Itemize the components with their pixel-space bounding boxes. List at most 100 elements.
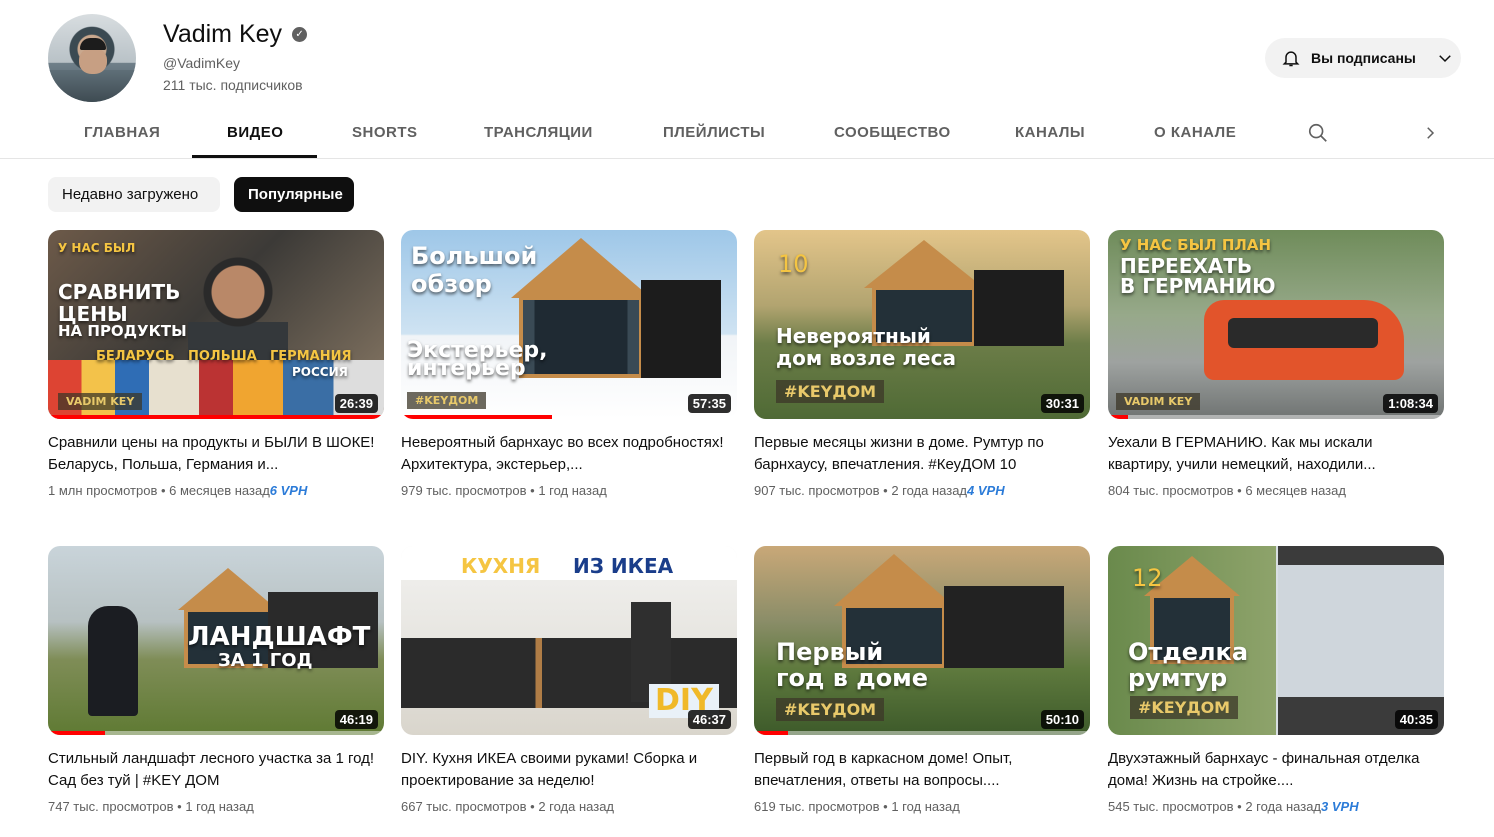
thumb-text: дом возле леса — [776, 346, 956, 370]
video-card[interactable]: У НАС БЫЛ СРАВНИТЬ ЦЕНЫ НА ПРОДУКТЫ БЕЛА… — [48, 230, 384, 510]
upload-age: 6 месяцев назад — [1245, 483, 1346, 498]
thumb-tag: #KEYДОМ — [776, 380, 885, 403]
thumb-tag: VADIM KEY — [1116, 393, 1201, 410]
upload-age: 2 года назад — [538, 799, 615, 814]
video-thumbnail[interactable]: КУХНЯ ИЗ ИКЕА DIY 46:37 — [401, 546, 737, 735]
video-card[interactable]: ЛАНДШАФТ ЗА 1 ГОД 46:19 Стильный ландшаф… — [48, 546, 384, 826]
view-count: 667 тыс. просмотров — [401, 799, 527, 814]
upload-age: 1 год назад — [891, 799, 960, 814]
upload-age: 2 года назад — [1245, 799, 1322, 814]
tab-channels[interactable]: КАНАЛЫ — [1015, 124, 1085, 141]
tab-about[interactable]: О КАНАЛЕ — [1154, 124, 1236, 141]
video-meta: 907 тыс. просмотров • 2 года назад4 VPH — [754, 483, 1005, 498]
thumb-tag: VADIM KEY — [58, 393, 143, 410]
bell-icon — [1282, 51, 1300, 67]
video-title[interactable]: Стильный ландшафт лесного участка за 1 г… — [48, 748, 378, 792]
tab-home[interactable]: ГЛАВНАЯ — [84, 124, 160, 141]
thumb-text: Невероятный — [776, 324, 931, 348]
video-card[interactable]: КУХНЯ ИЗ ИКЕА DIY 46:37 DIY. Кухня ИКЕА … — [401, 546, 737, 826]
channel-tabs: ГЛАВНАЯ ВИДЕО SHORTS ТРАНСЛЯЦИИ ПЛЕЙЛИСТ… — [0, 110, 1494, 159]
video-thumbnail[interactable]: 12 Отделка румтур #KEYДОМ 40:35 — [1108, 546, 1444, 735]
video-card[interactable]: У НАС БЫЛ ПЛАН ПЕРЕЕХАТЬ В ГЕРМАНИЮ VADI… — [1108, 230, 1444, 510]
thumb-text: интерьер — [407, 356, 526, 381]
watch-progress — [754, 731, 788, 735]
channel-header: Vadim Key ✓ @VadimKey 211 тыс. подписчик… — [0, 0, 1494, 110]
watch-progress — [48, 415, 384, 419]
video-duration: 46:37 — [687, 710, 731, 729]
tab-playlists[interactable]: ПЛЕЙЛИСТЫ — [663, 124, 765, 141]
upload-age: 6 месяцев назад — [169, 483, 270, 498]
video-thumbnail[interactable]: Большой обзор Экстерьер, интерьер #KEYДО… — [401, 230, 737, 419]
video-title[interactable]: Сравнили цены на продукты и БЫЛИ В ШОКЕ!… — [48, 432, 378, 476]
thumb-text: ЗА 1 ГОД — [218, 650, 313, 671]
video-title[interactable]: DIY. Кухня ИКЕА своими руками! Сборка и … — [401, 748, 731, 792]
thumb-text: Первый — [776, 638, 884, 666]
thumb-text: БЕЛАРУСЬ — [96, 349, 175, 364]
video-card[interactable]: 12 Отделка румтур #KEYДОМ 40:35 Двухэтаж… — [1108, 546, 1444, 826]
video-meta: 545 тыс. просмотров • 2 года назад3 VPH — [1108, 799, 1359, 814]
thumb-text: ЛАНДШАФТ — [188, 622, 371, 652]
video-meta: 1 млн просмотров • 6 месяцев назад6 VPH — [48, 483, 308, 498]
thumb-text: РОССИЯ — [292, 365, 348, 379]
chevron-down-icon — [1439, 55, 1451, 63]
video-card[interactable]: Большой обзор Экстерьер, интерьер #KEYДО… — [401, 230, 737, 510]
channel-name-text: Vadim Key — [163, 20, 283, 48]
thumb-text: КУХНЯ — [461, 554, 541, 578]
view-count: 907 тыс. просмотров — [754, 483, 880, 498]
video-duration: 57:35 — [687, 394, 731, 413]
thumb-text: В ГЕРМАНИЮ — [1120, 274, 1276, 298]
filter-popular[interactable]: Популярные — [234, 177, 354, 212]
thumb-text: СРАВНИТЬ — [58, 280, 181, 304]
video-title[interactable]: Невероятный барнхаус во всех подробностя… — [401, 432, 731, 476]
thumb-text: ПЕРЕЕХАТЬ — [1120, 254, 1253, 278]
thumb-text: 10 — [778, 250, 809, 278]
video-duration: 30:31 — [1040, 394, 1084, 413]
thumb-text: У НАС БЫЛ — [58, 241, 136, 255]
video-title[interactable]: Уехали В ГЕРМАНИЮ. Как мы искали квартир… — [1108, 432, 1438, 476]
chevron-right-icon[interactable] — [1421, 124, 1439, 142]
subscribed-label: Вы подписаны — [1311, 50, 1416, 66]
thumb-text: румтур — [1128, 664, 1228, 692]
thumb-text: обзор — [411, 270, 492, 298]
tab-shorts[interactable]: SHORTS — [352, 124, 418, 141]
video-thumbnail[interactable]: ЛАНДШАФТ ЗА 1 ГОД 46:19 — [48, 546, 384, 735]
video-thumbnail[interactable]: Первый год в доме #KEYДОМ 50:10 — [754, 546, 1090, 735]
subscriber-count: 211 тыс. подписчиков — [163, 77, 303, 93]
video-title[interactable]: Первый год в каркасном доме! Опыт, впеча… — [754, 748, 1084, 792]
thumb-tag: #KEYДОМ — [407, 392, 487, 409]
thumb-tag: #KEYДОМ — [776, 698, 885, 721]
video-card[interactable]: 10 Невероятный дом возле леса #KEYДОМ 30… — [754, 230, 1090, 510]
channel-handle: @VadimKey — [163, 55, 240, 71]
search-icon[interactable] — [1307, 122, 1329, 144]
video-title[interactable]: Первые месяцы жизни в доме. Румтур по ба… — [754, 432, 1084, 476]
video-duration: 46:19 — [334, 710, 378, 729]
filter-recent[interactable]: Недавно загружено — [48, 177, 220, 212]
video-card[interactable]: Первый год в доме #KEYДОМ 50:10 Первый г… — [754, 546, 1090, 826]
view-count: 619 тыс. просмотров — [754, 799, 880, 814]
view-count: 1 млн просмотров — [48, 483, 158, 498]
watch-progress — [401, 415, 553, 419]
thumb-text: ЦЕНЫ — [58, 302, 128, 326]
watch-progress — [48, 731, 106, 735]
video-title[interactable]: Двухэтажный барнхаус - финальная отделка… — [1108, 748, 1438, 792]
channel-title: Vadim Key ✓ — [163, 20, 308, 49]
thumb-text: 12 — [1132, 564, 1163, 592]
video-thumbnail[interactable]: У НАС БЫЛ СРАВНИТЬ ЦЕНЫ НА ПРОДУКТЫ БЕЛА… — [48, 230, 384, 419]
subscribed-button[interactable]: Вы подписаны — [1265, 38, 1461, 78]
tab-community[interactable]: СООБЩЕСТВО — [834, 124, 951, 141]
view-count: 804 тыс. просмотров — [1108, 483, 1234, 498]
view-count: 979 тыс. просмотров — [401, 483, 527, 498]
vph-badge: 6 VPH — [269, 483, 308, 498]
thumb-text: Отделка — [1128, 638, 1249, 666]
tab-live[interactable]: ТРАНСЛЯЦИИ — [484, 124, 593, 141]
tab-videos[interactable]: ВИДЕО — [227, 124, 283, 141]
channel-avatar[interactable] — [48, 14, 136, 102]
video-thumbnail[interactable]: 10 Невероятный дом возле леса #KEYДОМ 30… — [754, 230, 1090, 419]
video-thumbnail[interactable]: У НАС БЫЛ ПЛАН ПЕРЕЕХАТЬ В ГЕРМАНИЮ VADI… — [1108, 230, 1444, 419]
thumb-text: Большой — [411, 242, 538, 270]
video-meta: 804 тыс. просмотров • 6 месяцев назад — [1108, 483, 1346, 498]
video-duration: 1:08:34 — [1383, 394, 1438, 413]
upload-age: 1 год назад — [185, 799, 254, 814]
video-duration: 40:35 — [1394, 710, 1438, 729]
video-duration: 50:10 — [1040, 710, 1084, 729]
